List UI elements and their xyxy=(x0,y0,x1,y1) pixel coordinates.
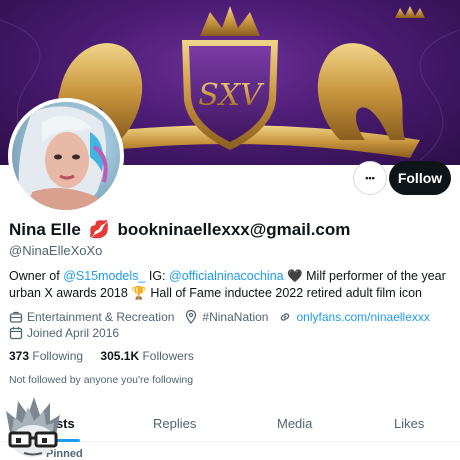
location-pin-icon xyxy=(186,310,197,324)
bio-prefix: Owner of xyxy=(9,269,64,283)
banner-monogram: SXV xyxy=(198,78,265,113)
user-handle: @NinaElleXoXo xyxy=(9,243,103,258)
category-item: Entertainment & Recreation xyxy=(9,310,174,324)
tab-likes[interactable]: Likes xyxy=(394,416,424,431)
bio-mid: IG: xyxy=(145,269,169,283)
not-followed-note: Not followed by anyone you're following xyxy=(9,374,194,386)
location-label: #NinaNation xyxy=(202,310,269,324)
bio-mention-official[interactable]: @officialninacochina xyxy=(169,269,284,283)
joined-item: Joined April 2016 xyxy=(9,326,119,340)
following-label: Following xyxy=(32,349,84,363)
following-count[interactable]: 373 Following xyxy=(9,349,83,363)
calendar-icon xyxy=(9,327,23,340)
category-label: Entertainment & Recreation xyxy=(27,310,175,324)
profile-meta-row-2: Joined April 2016 xyxy=(9,326,129,340)
followers-label: Followers xyxy=(142,349,194,363)
followers-count[interactable]: 305.1K Followers xyxy=(100,349,193,363)
display-name: Nina Elle 💋 bookninaellexxx@gmail.com xyxy=(9,220,350,240)
website-item[interactable]: onlyfans.com/ninaellexxx xyxy=(278,310,430,324)
followers-number: 305.1K xyxy=(100,349,140,363)
follow-button[interactable]: Follow xyxy=(389,161,451,195)
more-icon: ••• xyxy=(365,173,375,183)
follow-label: Follow xyxy=(397,170,443,186)
profile-bio: Owner of @S15models_ IG: @officialninaco… xyxy=(9,268,449,302)
follow-counts: 373 Following 305.1K Followers xyxy=(9,349,208,363)
website-link[interactable]: onlyfans.com/ninaellexxx xyxy=(296,310,429,324)
display-name-text: Nina Elle xyxy=(9,220,81,239)
link-icon xyxy=(281,313,290,321)
joined-label: Joined April 2016 xyxy=(27,326,120,340)
more-options-button[interactable]: ••• xyxy=(353,161,387,195)
tab-replies[interactable]: Replies xyxy=(153,416,196,431)
tab-media[interactable]: Media xyxy=(277,416,312,431)
briefcase-icon xyxy=(9,311,23,323)
avatar[interactable] xyxy=(8,98,124,214)
lips-icon: 💋 xyxy=(88,220,110,239)
location-item: #NinaNation xyxy=(184,310,268,324)
glasses-mascot-icon xyxy=(6,397,60,457)
bio-mention-s15models[interactable]: @S15models_ xyxy=(63,269,145,283)
display-name-suffix: bookninaellexxx@gmail.com xyxy=(117,220,351,239)
following-number: 373 xyxy=(9,349,30,363)
profile-meta-row-1: Entertainment & Recreation #NinaNation o… xyxy=(9,310,440,324)
